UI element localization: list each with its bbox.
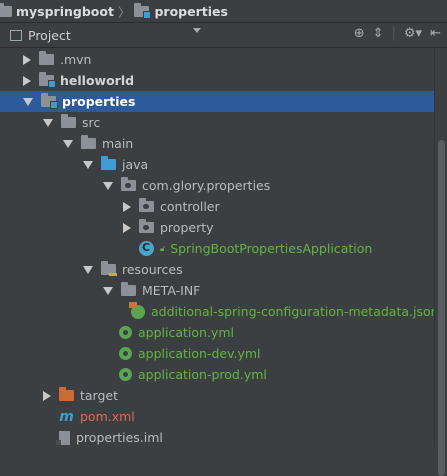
chevron-down-icon[interactable]	[23, 97, 33, 106]
chevron-right-icon[interactable]	[123, 201, 131, 212]
breadcrumb-separator: 〉	[117, 4, 131, 20]
breadcrumb: myspringboot 〉 properties	[0, 0, 447, 23]
package-icon	[121, 177, 136, 191]
chevron-down-icon[interactable]	[63, 139, 73, 148]
scrollbar[interactable]	[434, 48, 447, 476]
spring-boot-class-icon	[139, 241, 154, 256]
tree-item-label: properties.iml	[76, 430, 163, 445]
tree-item-label: com.glory.properties	[142, 178, 271, 193]
tree-item-label: application.yml	[138, 325, 234, 340]
tree-row-main[interactable]: main	[0, 133, 434, 154]
spring-json-file-icon	[129, 301, 145, 319]
tree-row-app-prod-yml[interactable]: application-prod.yml	[0, 364, 434, 385]
gear-icon[interactable]: ⚙▾	[404, 26, 422, 41]
breadcrumb-current-label: properties	[154, 3, 228, 19]
tree-row-app-class[interactable]: 🔓︎ SpringBootPropertiesApplication	[0, 238, 434, 259]
tree-row-controller[interactable]: controller	[0, 196, 434, 217]
project-view-selector[interactable]: Project	[28, 28, 71, 43]
tree-row-app-dev-yml[interactable]: application-dev.yml	[0, 343, 434, 364]
tree-row-meta-inf[interactable]: META-INF	[0, 280, 434, 301]
folder-icon	[0, 2, 12, 17]
tree-item-label: SpringBootPropertiesApplication	[170, 241, 373, 256]
tree-item-label: helloworld	[60, 73, 135, 88]
chevron-down-icon[interactable]	[193, 28, 201, 33]
excluded-folder-icon	[59, 387, 74, 401]
tree-row-iml[interactable]: properties.iml	[0, 427, 434, 448]
project-toolbar: Project ⊕ ⇕ | ⚙▾ ⇤	[0, 23, 447, 48]
tree-item-label: src	[82, 115, 101, 130]
breadcrumb-item-current[interactable]: properties	[134, 2, 228, 19]
collapse-all-icon[interactable]: ⇕	[373, 26, 384, 41]
chevron-down-icon[interactable]	[43, 118, 53, 127]
breadcrumb-root-label: myspringboot	[16, 3, 114, 19]
tree-row-package[interactable]: com.glory.properties	[0, 175, 434, 196]
tree-row-property[interactable]: property	[0, 217, 434, 238]
tree-row-target[interactable]: target	[0, 385, 434, 406]
hide-icon[interactable]: ⇤	[430, 26, 441, 41]
tree-row-mvn-hidden[interactable]: .mvn	[0, 49, 434, 70]
chevron-down-icon[interactable]	[83, 265, 93, 274]
breadcrumb-item-root[interactable]: myspringboot	[0, 2, 114, 19]
tree-row-properties[interactable]: properties	[0, 91, 434, 112]
tree-item-label: main	[102, 136, 134, 151]
tree-item-label: additional-spring-configuration-metadata…	[151, 304, 439, 319]
tree-item-label: java	[122, 157, 149, 172]
divider: |	[391, 26, 396, 41]
tree-item-label: resources	[122, 262, 183, 277]
tree-item-label: pom.xml	[80, 409, 135, 424]
module-folder-icon	[134, 2, 152, 19]
tree-item-label: META-INF	[142, 283, 201, 298]
tree-row-metadata-json[interactable]: additional-spring-configuration-metadata…	[0, 301, 439, 322]
spring-config-file-icon	[119, 326, 132, 339]
chevron-down-icon[interactable]	[103, 181, 113, 190]
tree-row-pom[interactable]: m pom.xml	[0, 406, 434, 427]
spring-config-file-icon	[119, 347, 132, 360]
maven-icon: m	[59, 408, 74, 425]
tree-item-label: application-dev.yml	[138, 346, 261, 361]
tree-item-label: .mvn	[60, 52, 92, 67]
tree-item-label: controller	[160, 199, 220, 214]
tree-row-java[interactable]: java	[0, 154, 434, 175]
chevron-down-icon[interactable]	[83, 160, 93, 169]
folder-icon	[39, 51, 54, 65]
project-view-icon	[10, 29, 22, 41]
tree-item-label: property	[160, 220, 214, 235]
tree-row-app-yml[interactable]: application.yml	[0, 322, 434, 343]
folder-icon	[61, 114, 76, 128]
iml-file-icon	[56, 430, 70, 445]
chevron-right-icon[interactable]	[23, 75, 31, 86]
tree-item-label: target	[80, 388, 119, 403]
locate-icon[interactable]: ⊕	[354, 26, 365, 41]
folder-icon	[81, 135, 96, 149]
module-folder-icon	[39, 72, 56, 88]
runnable-icon: 🔓︎	[160, 243, 166, 253]
module-folder-icon	[41, 93, 58, 109]
chevron-right-icon[interactable]	[43, 390, 51, 401]
project-tree: .mvn helloworld properties src main java com.g…	[0, 48, 447, 447]
resources-folder-icon	[101, 261, 117, 276]
chevron-right-icon[interactable]	[123, 222, 131, 233]
chevron-right-icon[interactable]	[23, 54, 31, 65]
chevron-down-icon[interactable]	[103, 286, 113, 295]
spring-config-file-icon	[119, 368, 132, 381]
tree-row-src[interactable]: src	[0, 112, 434, 133]
package-icon	[139, 219, 154, 233]
tree-item-label: properties	[62, 94, 136, 109]
tree-row-resources[interactable]: resources	[0, 259, 434, 280]
tree-item-label: application-prod.yml	[138, 367, 267, 382]
package-icon	[139, 198, 154, 212]
folder-icon	[121, 282, 136, 296]
scrollbar-thumb[interactable]	[438, 140, 445, 476]
tree-row-helloworld[interactable]: helloworld	[0, 70, 434, 91]
source-folder-icon	[101, 156, 116, 170]
